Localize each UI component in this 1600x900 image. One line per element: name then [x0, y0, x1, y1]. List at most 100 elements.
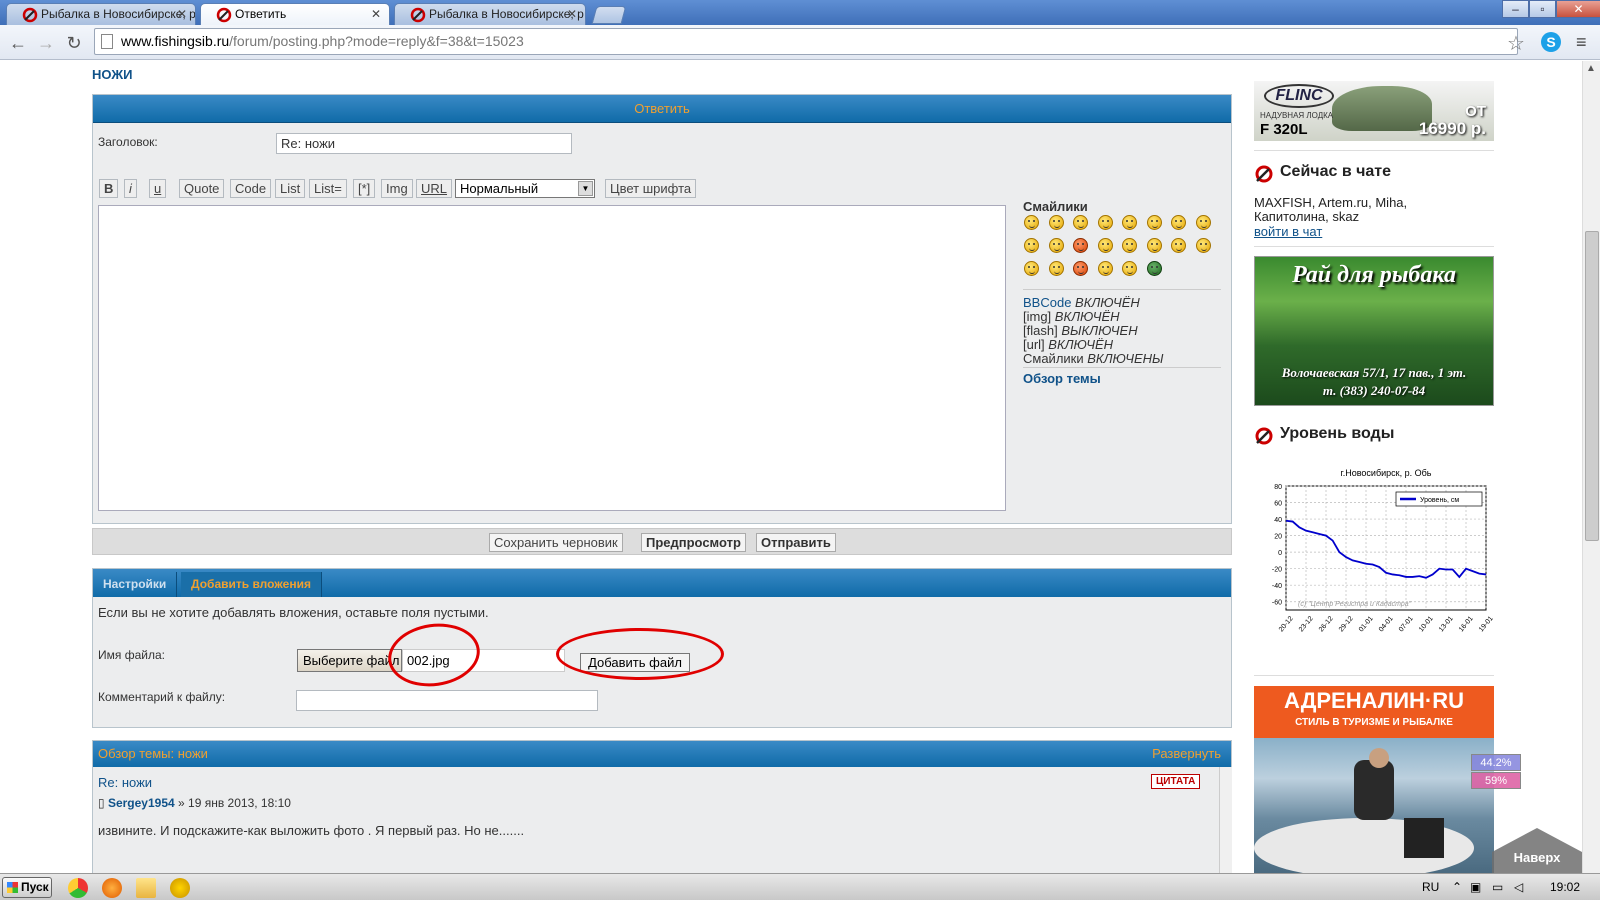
new-tab-button[interactable] [591, 6, 627, 24]
smiley-icon[interactable] [1146, 215, 1162, 230]
back-icon[interactable]: ← [6, 31, 30, 55]
tab-close-icon[interactable]: ✕ [177, 7, 187, 21]
underline-button[interactable]: u [149, 179, 167, 198]
smiley-icon[interactable] [1195, 215, 1211, 230]
bbcode-link[interactable]: BBCode [1023, 295, 1071, 310]
tab-add-attachments[interactable]: Добавить вложения [181, 572, 322, 597]
list-button[interactable]: List [275, 179, 306, 198]
browser-tab-1[interactable]: Рыбалка в Новосибирске, р ✕ [6, 3, 196, 25]
address-bar[interactable]: www.fishingsib.ru/forum/posting.php?mode… [94, 28, 1518, 55]
smiley-icon[interactable] [1097, 261, 1113, 276]
tab-close-icon[interactable]: ✕ [371, 7, 381, 21]
post-text: извините. И подскажите-как выложить фото… [98, 823, 525, 838]
x-tick-label: 29-12 [1338, 615, 1355, 633]
breadcrumb[interactable]: НОЖИ [92, 67, 132, 82]
quote-button[interactable]: ЦИТАТА [1151, 774, 1201, 789]
y-tick-label: 80 [1274, 484, 1282, 491]
post-title-link[interactable]: Re: ножи [98, 775, 152, 790]
submit-button[interactable]: Отправить [756, 533, 836, 552]
browser-tab-3[interactable]: Рыбалка в Новосибирске, р ✕ [394, 3, 586, 25]
tray-network-icon[interactable]: ▣ [1470, 880, 1481, 894]
list-item-button[interactable]: [*] [353, 179, 376, 198]
site-favicon-icon [22, 7, 38, 23]
window-close-button[interactable]: ✕ [1556, 0, 1600, 18]
bold-button[interactable]: B [99, 179, 119, 198]
ad-adrenalin-banner[interactable]: АДРЕНАЛИН·RU СТИЛЬ В ТУРИЗМЕ И РЫБАЛКЕ [1254, 686, 1494, 873]
file-comment-input[interactable] [296, 690, 598, 711]
phone-line: т. (383) 240-07-84 [1322, 383, 1426, 398]
smiley-icon[interactable] [1171, 215, 1186, 230]
review-scrollbar[interactable] [1219, 767, 1232, 875]
forward-icon[interactable]: → [34, 31, 58, 55]
smiley-icon[interactable] [1171, 238, 1186, 253]
browser-tab-2[interactable]: Ответить ✕ [200, 3, 390, 25]
scroll-to-top-button[interactable]: Наверх [1492, 828, 1582, 873]
smiley-icon[interactable] [1048, 261, 1064, 276]
smiley-icon[interactable] [1195, 238, 1211, 253]
y-tick-label: 20 [1274, 534, 1282, 541]
smiley-icon[interactable] [1073, 215, 1088, 230]
x-tick-label: 13-01 [1438, 615, 1455, 633]
language-indicator[interactable]: RU [1422, 880, 1439, 894]
font-color-button[interactable]: Цвет шрифта [605, 179, 697, 198]
preview-button[interactable]: Предпросмотр [641, 533, 746, 552]
folder-icon[interactable] [136, 878, 156, 898]
smiley-icon[interactable] [1097, 238, 1113, 253]
firefox-icon[interactable] [102, 878, 122, 898]
quote-bbcode-button[interactable]: Quote [179, 179, 225, 198]
post-icon: ▯ [98, 796, 105, 810]
percent-overlay-2: 59% [1471, 772, 1521, 789]
code-button[interactable]: Code [230, 179, 272, 198]
water-level-chart-container: г.Новосибирск, р. Обь 80 60 40 20 0 -20 -40 -60 2… [1254, 466, 1495, 646]
reload-icon[interactable]: ↻ [62, 31, 86, 55]
subject-input[interactable]: Re: ножи [276, 133, 572, 154]
tray-volume-icon[interactable]: ◁ [1514, 880, 1523, 894]
start-button[interactable]: Пуск [2, 877, 52, 898]
smiley-icon[interactable] [1073, 261, 1088, 276]
tab-close-icon[interactable]: ✕ [567, 7, 577, 21]
skype-icon[interactable]: S [1541, 32, 1561, 52]
italic-button[interactable]: i [124, 179, 137, 198]
enter-chat-link[interactable]: войти в чат [1254, 224, 1322, 239]
app-icon[interactable] [170, 878, 190, 898]
smiley-icon[interactable] [1024, 261, 1039, 276]
expand-link[interactable]: Развернуть [1152, 741, 1221, 767]
url-button[interactable]: URL [416, 179, 453, 198]
smiley-icon[interactable] [1122, 261, 1137, 276]
chevron-down-icon: ▼ [578, 181, 593, 196]
img-button[interactable]: Img [381, 179, 413, 198]
tray-chevron-icon[interactable]: ⌃ [1452, 880, 1462, 894]
font-size-select[interactable]: Нормальный ▼ [455, 179, 595, 198]
author-link[interactable]: Sergey1954 [108, 796, 175, 810]
maximize-button[interactable]: ▫ [1529, 0, 1556, 18]
chrome-icon[interactable] [68, 878, 88, 898]
smiley-icon[interactable] [1122, 238, 1137, 253]
message-textarea[interactable] [98, 205, 1006, 511]
y-tick-label: 40 [1274, 517, 1282, 524]
ad-flinc-banner[interactable]: FLINC НАДУВНАЯ ЛОДКА F 320L ОТ 16990 р. [1254, 81, 1494, 141]
smiley-icon[interactable] [1146, 261, 1162, 276]
tab-settings[interactable]: Настройки [93, 572, 178, 597]
smiley-icon[interactable] [1097, 215, 1113, 230]
tray-monitor-icon[interactable]: ▭ [1492, 880, 1503, 894]
smiley-icon[interactable] [1024, 238, 1039, 253]
smiley-icon[interactable] [1073, 238, 1088, 253]
smiley-icon[interactable] [1146, 238, 1162, 253]
scroll-up-arrow-icon[interactable]: ▲ [1586, 63, 1596, 74]
page-scrollbar[interactable]: ▲ [1582, 61, 1600, 873]
ad-paradise-banner[interactable]: Рай для рыбака Волочаевская 57/1, 17 пав… [1254, 256, 1494, 406]
tab-title: Рыбалка в Новосибирске, р [429, 7, 584, 21]
smiley-icon[interactable] [1048, 215, 1064, 230]
bookmark-star-icon[interactable]: ☆ [1507, 31, 1525, 56]
browser-menu-icon[interactable]: ≡ [1576, 32, 1587, 53]
ordered-list-button[interactable]: List= [309, 179, 347, 198]
choose-file-button[interactable]: Выберите файл [297, 649, 402, 672]
smiley-icon[interactable] [1048, 238, 1064, 253]
smiley-icon[interactable] [1024, 215, 1039, 230]
clock: 19:02 [1550, 880, 1581, 894]
minimize-button[interactable]: – [1502, 0, 1529, 18]
save-draft-button[interactable]: Сохранить черновик [489, 533, 623, 552]
topic-review-link[interactable]: Обзор темы [1023, 371, 1101, 386]
scrollbar-thumb[interactable] [1585, 231, 1599, 541]
smiley-icon[interactable] [1122, 215, 1137, 230]
